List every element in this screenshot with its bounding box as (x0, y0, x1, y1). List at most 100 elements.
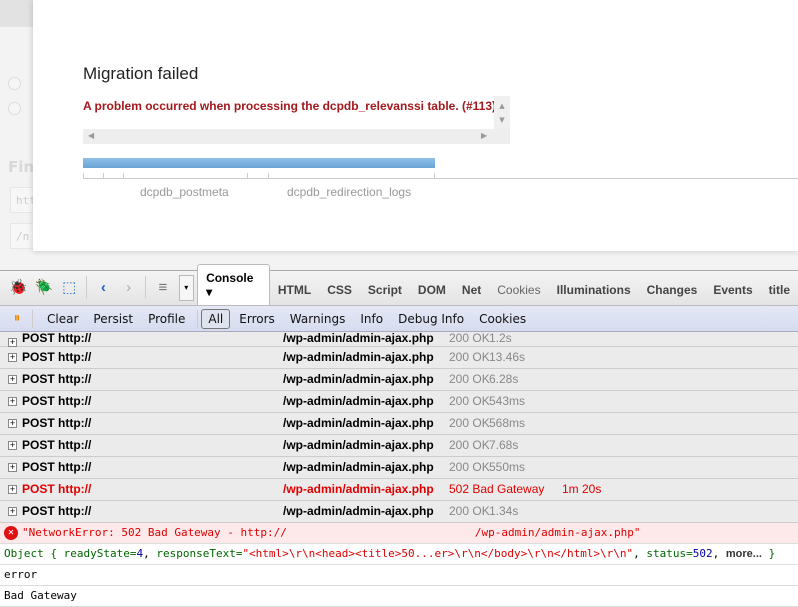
tab-script[interactable]: Script (360, 283, 410, 305)
divider (197, 309, 199, 328)
expand-icon[interactable]: + (8, 375, 17, 384)
object-sep: , (143, 547, 150, 560)
vertical-scrollbar[interactable]: ▲ ▼ (494, 96, 510, 129)
tab-illuminations[interactable]: Illuminations (549, 283, 639, 305)
tab-cookies[interactable]: Cookies (489, 283, 548, 305)
tab-changes[interactable]: Changes (639, 283, 706, 305)
request-method: POST http:// (22, 504, 92, 518)
request-url: /wp-admin/admin-ajax.php (283, 331, 434, 345)
progress-tick (103, 173, 104, 178)
object-sep: , (633, 547, 640, 560)
object-prefix: Object { (4, 547, 57, 560)
request-row[interactable]: + POST http:// /wp-admin/admin-ajax.php … (0, 347, 798, 369)
tab-css[interactable]: CSS (319, 283, 360, 305)
progress-tick (434, 173, 435, 178)
tab-console[interactable]: Console ▾ (197, 264, 270, 305)
list-icon[interactable]: ≡ (152, 276, 173, 298)
expand-icon[interactable]: + (8, 338, 17, 347)
request-method: POST http:// (22, 460, 92, 474)
request-time: 568ms (489, 416, 526, 430)
request-status: 200 OK (449, 331, 490, 345)
request-url: /wp-admin/admin-ajax.php (283, 350, 434, 364)
request-time: 7.68s (489, 438, 519, 452)
tab-dom[interactable]: DOM (410, 283, 454, 305)
request-status: 200 OK (449, 372, 490, 386)
request-row[interactable]: + POST http:// /wp-admin/admin-ajax.php … (0, 369, 798, 391)
background-radio (8, 102, 21, 115)
request-method: POST http:// (22, 372, 92, 386)
break-on-errors-icon[interactable]: ⏸ (6, 308, 28, 330)
tab-events[interactable]: Events (705, 283, 760, 305)
console-filter-bar: ⏸ Clear Persist Profile All Errors Warni… (0, 306, 798, 332)
back-icon[interactable]: ‹ (93, 276, 114, 298)
error-icon: ✕ (4, 526, 18, 540)
request-method: POST http:// (22, 438, 92, 452)
divider (85, 276, 87, 298)
request-status: 200 OK (449, 460, 490, 474)
request-method: POST http:// (22, 331, 92, 345)
tab-title[interactable]: title (761, 283, 798, 305)
request-method: POST http:// (22, 482, 92, 496)
request-row[interactable]: + POST http:// /wp-admin/admin-ajax.php … (0, 413, 798, 435)
log-line: error (0, 565, 798, 586)
request-row[interactable]: + POST http:// /wp-admin/admin-ajax.php … (0, 391, 798, 413)
filter-cookies[interactable]: Cookies (473, 310, 532, 328)
request-method: POST http:// (22, 416, 92, 430)
network-error-text: "NetworkError: 502 Bad Gateway - http:// (22, 526, 287, 539)
expand-icon[interactable]: + (8, 353, 17, 362)
more-link[interactable]: more... (726, 548, 762, 560)
firebug-icon[interactable]: 🐞 (8, 276, 29, 298)
request-url: /wp-admin/admin-ajax.php (283, 416, 434, 430)
request-time: 550ms (489, 460, 526, 474)
expand-icon[interactable]: + (8, 507, 17, 516)
progress-tick (247, 173, 248, 178)
background-heading: Fin (8, 158, 35, 176)
filter-debug-info[interactable]: Debug Info (392, 310, 470, 328)
progress-track (83, 178, 798, 179)
object-key: responseText= (156, 547, 243, 560)
request-url: /wp-admin/admin-ajax.php (283, 482, 434, 496)
network-error-line: ✕ "NetworkError: 502 Bad Gateway - http:… (0, 523, 798, 544)
object-value: 502 (692, 547, 713, 560)
request-row[interactable]: + POST http:// /wp-admin/admin-ajax.php … (0, 479, 798, 501)
clear-button[interactable]: Clear (41, 310, 84, 328)
expand-icon[interactable]: + (8, 485, 17, 494)
filter-all[interactable]: All (201, 308, 231, 329)
expand-icon[interactable]: + (8, 419, 17, 428)
request-status: 502 Bad Gateway (449, 482, 545, 496)
inspect-bug-icon[interactable]: 🪲 (33, 276, 54, 298)
progress-tick (83, 173, 84, 178)
expand-icon[interactable]: + (8, 441, 17, 450)
expand-icon[interactable]: + (8, 397, 17, 406)
tab-net[interactable]: Net (454, 283, 489, 305)
request-row[interactable]: + POST http:// /wp-admin/admin-ajax.php … (0, 501, 798, 523)
firebug-toolbar: 🐞 🪲 ⬚ ‹ › ≡ ▾ Console ▾ HTML CSS Script … (0, 264, 798, 306)
progress-tick (268, 173, 269, 178)
panel-menu-dropdown[interactable]: ▾ (178, 275, 195, 301)
request-row[interactable]: + POST http:// /wp-admin/admin-ajax.php … (0, 435, 798, 457)
request-time: 1m 20s (562, 482, 602, 496)
network-error-url[interactable]: /wp-admin/admin-ajax.php" (475, 526, 641, 539)
request-row[interactable]: + POST http:// /wp-admin/admin-ajax.php … (0, 332, 798, 347)
profile-button[interactable]: Profile (142, 310, 191, 328)
filter-info[interactable]: Info (354, 310, 389, 328)
request-method: POST http:// (22, 394, 92, 408)
request-time: 1.34s (489, 504, 519, 518)
horizontal-scrollbar[interactable]: ◀ ▶ (83, 129, 510, 144)
expand-icon[interactable]: + (8, 463, 17, 472)
request-method: POST http:// (22, 350, 92, 364)
progress-label: dcpdb_postmeta (140, 185, 229, 199)
inspect-element-icon[interactable]: ⬚ (59, 276, 80, 298)
error-message: A problem occurred when processing the d… (83, 99, 497, 113)
request-time: 6.28s (489, 372, 519, 386)
request-time: 13.46s (489, 350, 526, 364)
filter-warnings[interactable]: Warnings (284, 310, 352, 328)
background-radio (8, 77, 21, 90)
filter-errors[interactable]: Errors (233, 310, 281, 328)
forward-icon[interactable]: › (118, 276, 139, 298)
persist-button[interactable]: Persist (87, 310, 139, 328)
tab-html[interactable]: HTML (270, 283, 319, 305)
progress-bar-fill (83, 158, 435, 168)
request-row[interactable]: + POST http:// /wp-admin/admin-ajax.php … (0, 457, 798, 479)
object-log-line[interactable]: Object { readyState=4, responseText="<ht… (0, 544, 798, 565)
